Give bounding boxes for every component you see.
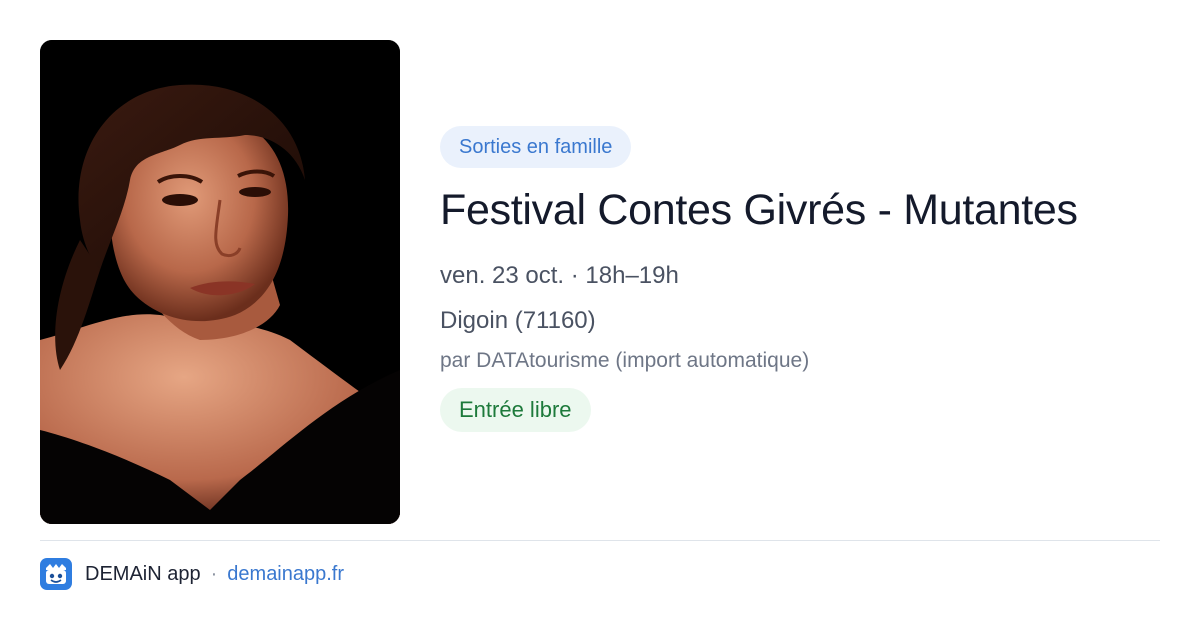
event-info: Sorties en famille Festival Contes Givré… xyxy=(440,126,1160,432)
event-photo xyxy=(40,40,400,524)
event-source: par DATAtourisme (import automatique) xyxy=(440,349,810,372)
app-name: DEMAiN app xyxy=(85,562,201,585)
event-location: Digoin (71160) xyxy=(440,307,596,334)
footer-separator: · xyxy=(210,562,218,585)
event-title: Festival Contes Givrés - Mutantes xyxy=(440,186,1078,234)
event-datetime: ven. 23 oct. · 18h–19h xyxy=(440,262,679,289)
footer-divider xyxy=(40,540,1160,541)
category-badge[interactable]: Sorties en famille xyxy=(440,126,632,168)
price-badge: Entrée libre xyxy=(440,388,591,432)
site-link[interactable]: demainapp.fr xyxy=(227,563,344,586)
event-photo-illustration xyxy=(40,40,400,524)
footer: DEMAiN app · demainapp.fr xyxy=(40,558,344,590)
demain-app-icon xyxy=(40,558,72,590)
